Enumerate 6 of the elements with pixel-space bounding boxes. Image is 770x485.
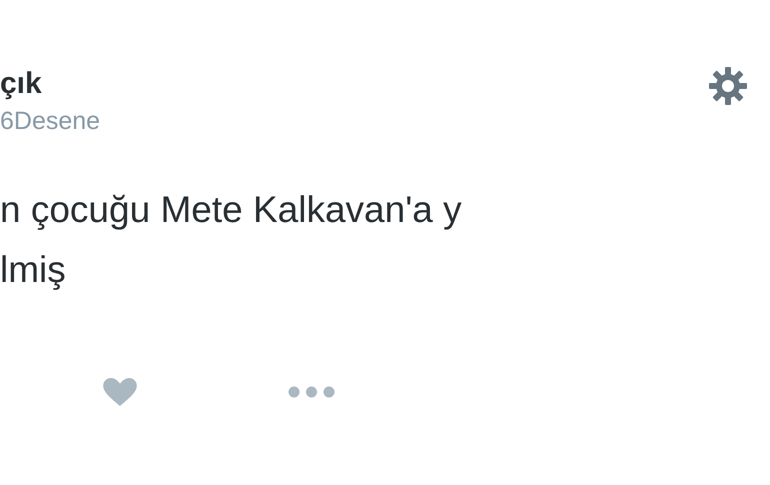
tweet-text: n çocuğu Mete Kalkavan'a y [0, 188, 462, 232]
author-name[interactable]: çık [0, 66, 100, 102]
more-icon[interactable] [288, 386, 335, 398]
tweet-text: lmiş [0, 248, 66, 292]
settings-icon[interactable] [708, 66, 748, 106]
heart-icon[interactable] [103, 378, 137, 406]
